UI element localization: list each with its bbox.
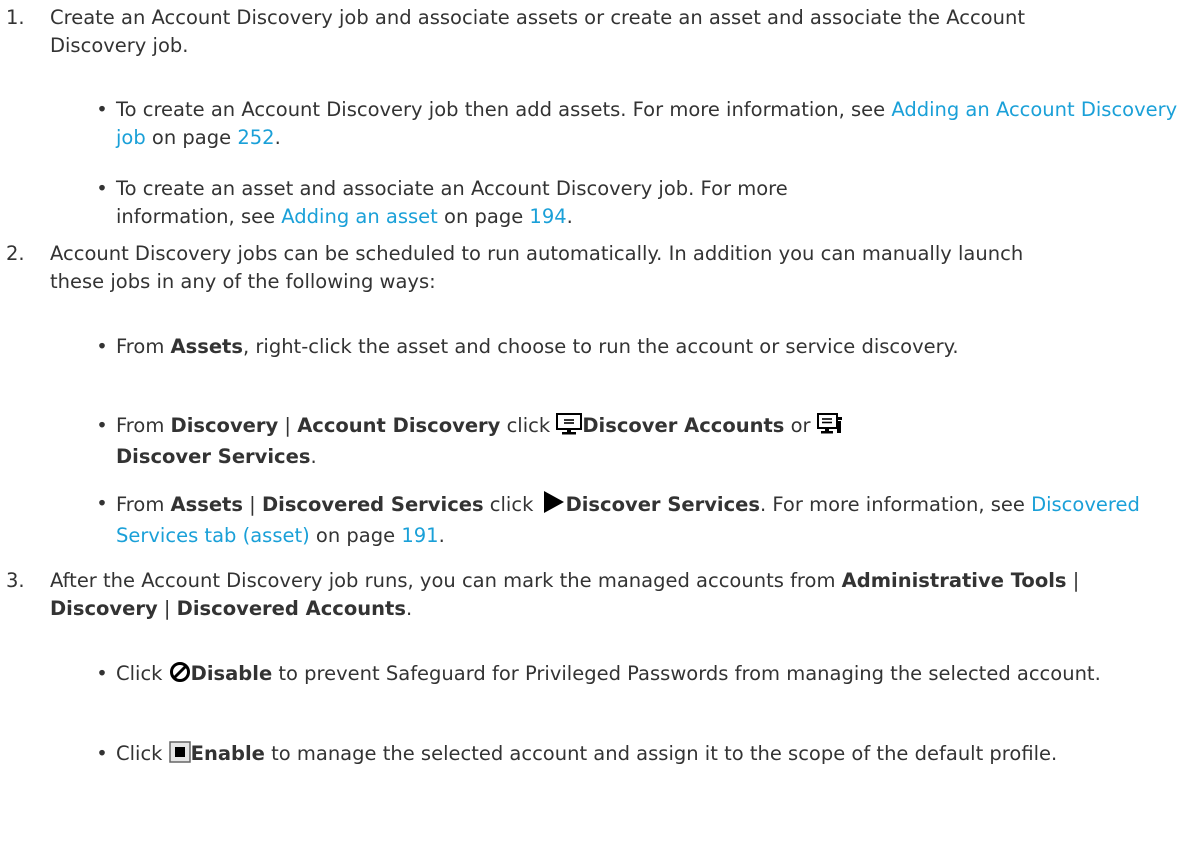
- step-text: After the Account Discovery job runs, yo…: [50, 569, 1080, 620]
- monitor-icon: [556, 413, 583, 443]
- step-2-bullet-1: • From Assets, right-click the asset and…: [95, 333, 1195, 361]
- bullet-glyph: •: [96, 335, 108, 358]
- checkbox-square-icon: [168, 741, 191, 771]
- bullet-glyph: •: [96, 492, 108, 515]
- step-number: 1.: [6, 6, 25, 29]
- step-text: Create an Account Discovery job and asso…: [50, 6, 1025, 57]
- prohibited-circle-icon: [169, 661, 191, 691]
- play-triangle-icon: [540, 490, 566, 522]
- step-1-bullet-1: • To create an Account Discovery job the…: [96, 98, 1178, 149]
- step-2: 2. Account Discovery jobs can be schedul…: [0, 240, 1190, 296]
- link-adding-an-asset[interactable]: Adding an asset: [281, 205, 438, 228]
- enable-label: Enable: [190, 742, 265, 765]
- administrative-tools-label: Administrative Tools: [841, 569, 1067, 592]
- bullet-glyph: •: [96, 742, 108, 765]
- step-2-bullet-2: • From Discovery | Account Discovery cli…: [95, 412, 1195, 471]
- assets-label: Assets: [170, 493, 243, 516]
- disable-label: Disable: [190, 662, 273, 685]
- step-1: 1. Create an Account Discovery job and a…: [0, 4, 1190, 60]
- discovered-accounts-label: Discovered Accounts: [176, 597, 406, 620]
- bullet-glyph: •: [96, 414, 108, 437]
- bullet-glyph: •: [96, 662, 108, 685]
- monitor-settings-icon: [816, 413, 843, 443]
- discovered-services-label: Discovered Services: [261, 493, 484, 516]
- link-page-252[interactable]: 252: [237, 126, 274, 149]
- discover-services-label: Discover Services: [565, 493, 761, 516]
- bullet-glyph: •: [96, 177, 108, 200]
- bullet-glyph: •: [96, 98, 108, 121]
- discover-accounts-label: Discover Accounts: [582, 414, 785, 437]
- discovery-label: Discovery: [50, 597, 158, 620]
- step-1-bullet-2: • To create an asset and associate an Ac…: [96, 177, 788, 228]
- step-text: Account Discovery jobs can be scheduled …: [50, 242, 1024, 293]
- document-page: 1. Create an Account Discovery job and a…: [0, 0, 1195, 847]
- step-3-bullet-2: • Click Enable to manage the selected ac…: [95, 740, 1195, 771]
- assets-label: Assets: [170, 335, 243, 358]
- step-number: 2.: [6, 242, 25, 265]
- discover-services-label: Discover Services: [116, 445, 311, 468]
- step-number: 3.: [6, 569, 25, 592]
- step-3: 3. After the Account Discovery job runs,…: [0, 567, 1190, 623]
- link-page-191[interactable]: 191: [401, 524, 438, 547]
- link-page-194[interactable]: 194: [529, 205, 566, 228]
- step-2-bullet-3: • From Assets | Discovered Services clic…: [96, 490, 1140, 547]
- step-3-bullet-1: • Click Disable to prevent Safeguard for…: [95, 660, 1195, 691]
- discovery-label: Discovery: [170, 414, 279, 437]
- account-discovery-label: Account Discovery: [297, 414, 501, 437]
